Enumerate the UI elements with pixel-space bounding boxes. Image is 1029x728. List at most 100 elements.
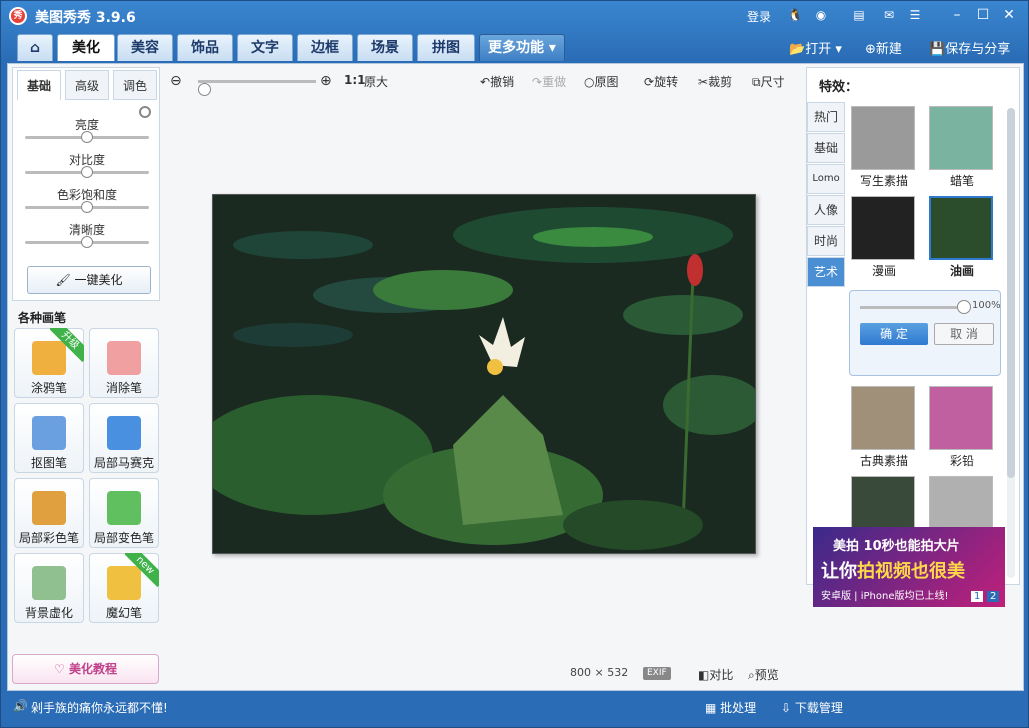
maximize-icon[interactable]: ☐ xyxy=(973,6,993,24)
ad-page-2[interactable]: 2 xyxy=(987,591,1000,602)
brush-tool[interactable]: 局部变色笔 xyxy=(89,478,159,548)
qq-icon[interactable]: 🐧 xyxy=(787,7,803,23)
adjust-panel: 基础 高级 调色 亮度 对比度 色彩饱和度 清晰度 🖌 一键美化 xyxy=(12,67,160,301)
effect-item[interactable]: 油画 xyxy=(929,196,995,279)
close-icon[interactable]: ✕ xyxy=(999,6,1019,24)
batch-button[interactable]: ▦ 批处理 xyxy=(705,699,756,716)
intensity-knob[interactable] xyxy=(957,300,971,314)
weibo-icon[interactable]: ◉ xyxy=(813,7,829,23)
tab-collage[interactable]: 拼图 xyxy=(417,34,475,61)
undo-button[interactable]: ↶撤销 xyxy=(480,73,514,90)
zoom-knob[interactable] xyxy=(197,83,211,96)
tutorial-button[interactable]: ♡ 美化教程 xyxy=(12,654,159,684)
slider-knob[interactable] xyxy=(81,131,93,143)
subtab-color[interactable]: 调色 xyxy=(113,70,157,100)
compare-button[interactable]: ◧对比 xyxy=(698,666,733,683)
photo-canvas[interactable] xyxy=(212,194,756,554)
save-share-button[interactable]: 💾保存与分享 xyxy=(929,38,1010,57)
slider-knob[interactable] xyxy=(81,236,93,248)
effect-item[interactable]: 漫画 xyxy=(851,196,917,279)
brush-tool[interactable]: 局部彩色笔 xyxy=(14,478,84,548)
scrollbar-thumb[interactable] xyxy=(1007,108,1015,478)
home-tab[interactable]: ⌂ xyxy=(17,34,53,61)
tab-beauty[interactable]: 美容 xyxy=(117,34,173,61)
login-link[interactable]: 登录 xyxy=(747,8,771,25)
redo-button[interactable]: ↷重做 xyxy=(532,73,566,90)
category-tab[interactable]: 艺术 xyxy=(807,257,845,287)
brush-tool[interactable]: 局部马赛克 xyxy=(89,403,159,473)
badge-ribbon: 升级 xyxy=(50,328,84,362)
one-key-beautify-button[interactable]: 🖌 一键美化 xyxy=(27,266,151,294)
category-tab[interactable]: 时尚 xyxy=(807,226,845,256)
tab-scene[interactable]: 场景 xyxy=(357,34,413,61)
adjust-slider[interactable] xyxy=(25,201,149,213)
effect-label: 彩铅 xyxy=(949,454,974,468)
crop-button[interactable]: ✂裁剪 xyxy=(698,73,732,90)
size-button[interactable]: ⧉尺寸 xyxy=(752,73,785,90)
brush-tool[interactable]: 抠图笔 xyxy=(14,403,84,473)
effect-item[interactable]: 古典素描 xyxy=(851,386,917,469)
tab-accessories[interactable]: 饰品 xyxy=(177,34,233,61)
category-tab[interactable]: 人像 xyxy=(807,195,845,225)
intensity-slider[interactable] xyxy=(860,300,971,314)
home-icon: ⌂ xyxy=(29,40,41,56)
cancel-button[interactable]: 取 消 xyxy=(934,323,994,345)
open-button[interactable]: 📂打开 ▾ xyxy=(789,38,842,57)
new-button[interactable]: ⊕新建 xyxy=(865,38,902,57)
scissors-icon: ✂ xyxy=(698,75,709,89)
ratio-label[interactable]: 1:1 xyxy=(344,73,366,87)
message-icon[interactable]: ✉ xyxy=(881,7,897,23)
adjust-slider[interactable] xyxy=(25,236,149,248)
effects-scrollbar[interactable] xyxy=(1007,108,1015,578)
tab-text[interactable]: 文字 xyxy=(237,34,293,61)
rotate-button[interactable]: ⟳旋转 xyxy=(644,73,678,90)
effect-thumbnail xyxy=(929,196,993,260)
category-tab[interactable]: 热门 xyxy=(807,102,845,132)
tip-text[interactable]: 剁手族的痛你永远都不懂! xyxy=(31,699,168,716)
effect-item[interactable]: 彩铅 xyxy=(929,386,995,469)
ad-iphone: iPhone版均已上线! xyxy=(860,591,949,602)
confirm-button[interactable]: 确 定 xyxy=(860,323,928,345)
menu-bar: ⌂ 美化 美容 饰品 文字 边框 场景 拼图 更多功能 ▾ 📂打开 ▾ ⊕新建 … xyxy=(1,31,1029,63)
ad-page-1[interactable]: 1 xyxy=(971,591,984,602)
category-tab[interactable]: Lomo xyxy=(807,164,845,194)
original-size-button[interactable]: 原大 xyxy=(364,73,388,90)
size-label: 尺寸 xyxy=(760,75,785,89)
batch-icon: ▦ xyxy=(705,701,717,715)
tab-border[interactable]: 边框 xyxy=(297,34,353,61)
download-button[interactable]: ⇩ 下载管理 xyxy=(781,699,843,716)
exif-button[interactable]: EXIF xyxy=(643,667,671,680)
adjust-slider[interactable] xyxy=(25,166,149,178)
app-title: 美图秀秀 3.9.6 xyxy=(35,10,136,26)
brush-label: 局部变色笔 xyxy=(93,531,154,545)
brush-tool[interactable]: 魔幻笔 new xyxy=(89,553,159,623)
zoom-slider[interactable] xyxy=(197,80,316,96)
slider-knob[interactable] xyxy=(81,201,93,213)
brush-tool[interactable]: 消除笔 xyxy=(89,328,159,398)
origin-button[interactable]: ○原图 xyxy=(584,73,619,90)
notes-icon[interactable]: ▤ xyxy=(851,7,867,23)
subtab-advanced[interactable]: 高级 xyxy=(65,70,109,100)
zoom-out-icon[interactable]: ⊖ xyxy=(170,73,182,89)
tab-more[interactable]: 更多功能 ▾ xyxy=(479,34,565,61)
brush-tool[interactable]: 背景虚化 xyxy=(14,553,84,623)
adjust-slider[interactable] xyxy=(25,131,149,143)
effect-item[interactable]: 蜡笔 xyxy=(929,106,995,189)
category-tab[interactable]: 基础 xyxy=(807,133,845,163)
open-label: 打开 xyxy=(805,42,832,57)
preview-button[interactable]: ⌕预览 xyxy=(748,666,779,683)
menu-icon[interactable]: ☰ xyxy=(907,7,923,23)
wand-icon: 🖌 xyxy=(55,273,71,287)
effect-item[interactable]: 写生素描 xyxy=(851,106,917,189)
minimize-icon[interactable]: – xyxy=(947,6,967,24)
slider-knob[interactable] xyxy=(81,166,93,178)
brush-label: 消除笔 xyxy=(105,381,142,395)
subtab-basic[interactable]: 基础 xyxy=(17,70,61,100)
brush-label: 背景虚化 xyxy=(24,606,73,620)
zoom-in-icon[interactable]: ⊕ xyxy=(320,73,332,89)
tab-beautify[interactable]: 美化 xyxy=(57,34,115,61)
ad-platforms: 安卓版 | iPhone版均已上线! xyxy=(821,591,949,602)
ad-banner[interactable]: 美拍 10秒也能拍大片 让你拍视频也很美 安卓版 | iPhone版均已上线! … xyxy=(813,527,1005,607)
brush-tool[interactable]: 涂鸦笔 升级 xyxy=(14,328,84,398)
badge-ribbon: new xyxy=(125,553,159,587)
